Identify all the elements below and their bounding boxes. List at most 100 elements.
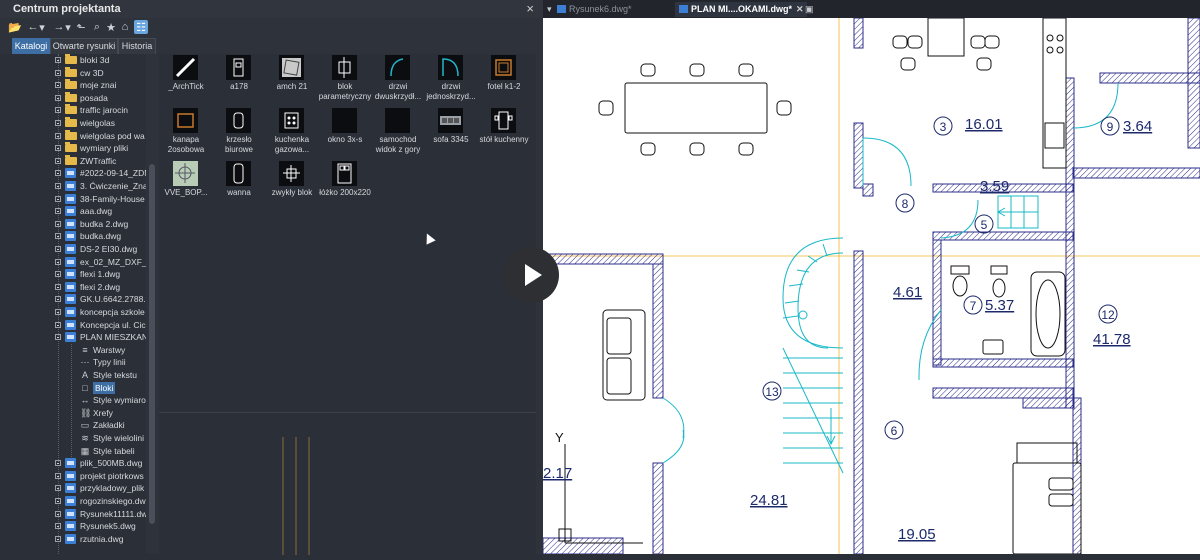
expand-icon[interactable] <box>55 132 61 139</box>
tree-item[interactable]: ▦ Style tabeli <box>68 445 146 457</box>
table-style-icon: ▦ <box>80 445 90 456</box>
tree-item[interactable]: Rysunek11111.dw <box>55 508 146 520</box>
tree-item[interactable]: traffic jarocin <box>55 104 146 116</box>
drawing-canvas[interactable]: Y 3 16.01 9 3.64 8 3.59 5 4.61 7 5.37 12 41.78 13 6 2.… <box>543 18 1200 554</box>
expand-icon[interactable] <box>55 82 61 89</box>
tree-item[interactable]: rzutnia.dwg <box>55 533 146 545</box>
expand-icon[interactable] <box>55 107 61 114</box>
expand-icon[interactable] <box>55 183 61 189</box>
block-item[interactable]: VVE_BOP... <box>159 161 213 231</box>
tab-historia[interactable]: Historia <box>118 38 156 55</box>
gallery-scrollbar[interactable] <box>536 54 543 554</box>
tree-item[interactable]: ▭ Zakładki <box>68 419 146 431</box>
car-icon <box>385 108 410 133</box>
tree-item[interactable]: #2022-09-14_ZDM <box>55 167 146 179</box>
expand-icon[interactable] <box>55 220 61 227</box>
new-tab-icon[interactable]: ▣ <box>801 2 817 17</box>
tree-view-toggle-icon[interactable]: ☷ <box>134 20 148 34</box>
dropdown-arrow-icon[interactable]: ▾ <box>38 20 46 34</box>
expand-icon[interactable] <box>55 460 61 467</box>
tree-item[interactable]: A Style tekstu <box>68 369 146 381</box>
block-item[interactable]: wanna <box>212 161 266 231</box>
expand-icon[interactable] <box>55 69 61 76</box>
tree-item[interactable]: moje znai <box>55 79 146 91</box>
expand-icon[interactable] <box>55 485 61 492</box>
tree-item[interactable]: ↔ Style wymiaro <box>68 394 146 406</box>
doc-tab-rysunek6[interactable]: Rysunek6.dwg* <box>553 2 675 17</box>
expand-icon[interactable] <box>55 498 61 504</box>
tree-item[interactable]: ⛓ Xrefy <box>68 407 146 419</box>
expand-icon[interactable] <box>55 523 61 530</box>
expand-icon[interactable] <box>55 296 61 303</box>
expand-icon[interactable] <box>55 510 61 517</box>
favorites-folder-icon[interactable]: ★ <box>104 20 118 34</box>
block-item[interactable]: łóżko 200x220 <box>318 161 372 231</box>
expand-icon[interactable] <box>55 170 61 177</box>
expand-icon[interactable] <box>55 321 61 328</box>
tree-item[interactable]: wymiary pliki <box>55 142 146 154</box>
expand-icon[interactable] <box>55 258 61 265</box>
tree-item[interactable]: koncepcja szkole <box>55 306 146 318</box>
collapse-icon[interactable] <box>55 334 61 341</box>
tree-item[interactable]: PLAN MIESZKAN <box>55 331 146 343</box>
tree-item[interactable]: plik_500MB.dwg <box>55 457 146 469</box>
expand-icon[interactable] <box>55 57 61 63</box>
tree-item[interactable]: projekt piotrkows <box>55 470 146 482</box>
tree-item[interactable]: ⋯ Typy linii <box>68 356 146 368</box>
tree-item[interactable]: bloki 3d <box>55 54 146 66</box>
tab-otwarte-rysunki[interactable]: Otwarte rysunki <box>50 38 118 55</box>
expand-icon[interactable] <box>55 195 61 202</box>
video-play-button[interactable] <box>503 247 559 303</box>
folder-icon <box>65 142 77 153</box>
tree-item[interactable]: aaa.dwg <box>55 205 146 217</box>
expand-icon[interactable] <box>55 120 61 126</box>
up-folder-icon[interactable]: ⬑ <box>74 20 88 34</box>
tree-item[interactable]: Koncepcja ul. Cic <box>55 319 146 331</box>
tree-item[interactable]: Rysunek5.dwg <box>55 520 146 532</box>
expand-icon[interactable] <box>55 157 61 164</box>
tree-item[interactable]: wielgolas pod wa <box>55 129 146 142</box>
tree-item[interactable]: flexi 2.dwg <box>55 281 146 293</box>
panel-titlebar[interactable]: Centrum projektanta × <box>0 0 543 18</box>
tree-item[interactable]: budka 2.dwg <box>55 218 146 230</box>
tree-item[interactable]: GK.U.6642.2788.2 <box>55 293 146 305</box>
home-icon[interactable]: ⌂ <box>118 20 132 34</box>
doc-tab-plan-mieszkania[interactable]: PLAN MI....OKAMI.dwg* ✕ <box>675 2 807 17</box>
tree-item[interactable]: budka.dwg <box>55 230 146 242</box>
expand-icon[interactable] <box>55 283 61 290</box>
open-folder-icon[interactable]: 📂 <box>8 20 22 34</box>
tree-scrollbar[interactable] <box>146 54 158 554</box>
tree-item[interactable]: DS-2 EI30.dwg <box>55 243 146 255</box>
expand-icon[interactable] <box>55 145 61 152</box>
tree-item[interactable]: posada <box>55 91 146 104</box>
search-icon[interactable]: ⌕ <box>90 20 104 34</box>
tree-item[interactable]: 38-Family-House <box>55 193 146 205</box>
tree-item[interactable]: cw 3D <box>55 66 146 79</box>
block-item[interactable]: zwykły blok <box>265 161 319 231</box>
block-item[interactable]: samochod widok z gory <box>371 108 425 178</box>
expand-icon[interactable] <box>55 246 61 252</box>
tree-item[interactable]: ex_02_MZ_DXF_1 <box>55 256 146 268</box>
tree-item[interactable]: 3. Ćwiczenie_Zna <box>55 180 146 192</box>
dropdown-arrow-icon[interactable]: ▾ <box>64 20 72 34</box>
tree-item[interactable]: rogozinskiego.dw <box>55 495 146 507</box>
tree-item[interactable]: ZWTraffic <box>55 154 146 167</box>
tree-scrollbar-thumb[interactable] <box>149 164 155 524</box>
expand-icon[interactable] <box>55 94 61 101</box>
close-panel-button[interactable]: × <box>526 1 534 16</box>
tree-item[interactable]: przykladowy_plik <box>55 482 146 494</box>
tab-katalogi[interactable]: Katalogi <box>12 38 50 55</box>
tree-item[interactable]: ≋ Style wielolini <box>68 432 146 444</box>
block-item[interactable]: sofa 3345 <box>424 108 478 178</box>
expand-icon[interactable] <box>55 309 61 315</box>
expand-icon[interactable] <box>55 535 61 542</box>
expand-icon[interactable] <box>55 233 61 240</box>
tree-item[interactable]: flexi 1.dwg <box>55 268 146 280</box>
tree-item[interactable]: □ Bloki <box>68 381 146 394</box>
tree-item[interactable]: ≡ Warstwy <box>68 344 146 356</box>
expand-icon[interactable] <box>55 208 61 215</box>
block-item[interactable]: stół kuchenny <box>477 108 531 178</box>
tree-item[interactable]: wielgolas <box>55 117 146 129</box>
expand-icon[interactable] <box>55 271 61 278</box>
expand-icon[interactable] <box>55 472 61 479</box>
